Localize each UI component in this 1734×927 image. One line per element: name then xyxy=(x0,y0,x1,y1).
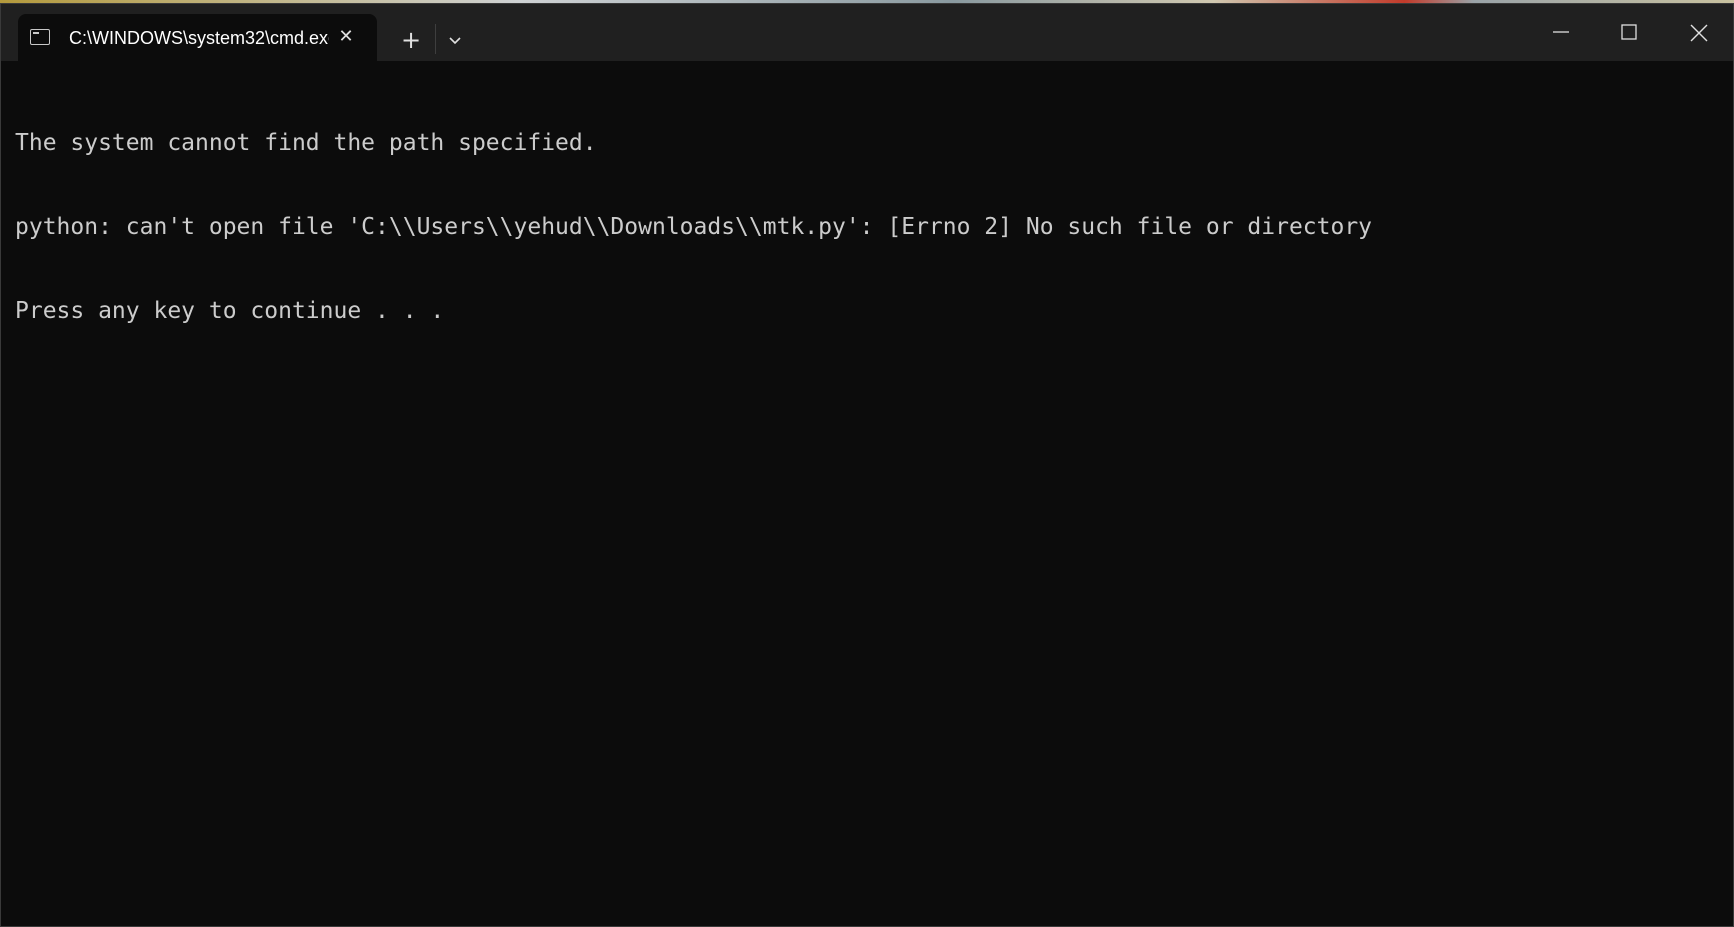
terminal-line: python: can't open file 'C:\\Users\\yehu… xyxy=(15,214,1373,240)
terminal-line: Press any key to continue . . . xyxy=(15,298,445,324)
close-button[interactable] xyxy=(1664,4,1732,60)
maximize-button[interactable] xyxy=(1595,4,1663,60)
tab-title: C:\WINDOWS\system32\cmd.exe xyxy=(69,28,329,48)
title-bar[interactable]: C:\WINDOWS\system32\cmd.exe ✕ + xyxy=(1,4,1733,61)
terminal-output[interactable]: The system cannot find the path specifie… xyxy=(15,73,1715,913)
chevron-down-icon xyxy=(449,37,461,45)
maximize-icon xyxy=(1621,24,1637,40)
terminal-line: The system cannot find the path specifie… xyxy=(15,130,597,156)
close-icon xyxy=(1690,24,1708,42)
minimize-icon xyxy=(1553,31,1569,33)
terminal-icon xyxy=(30,29,50,45)
tab-separator xyxy=(435,24,436,54)
tab-cmd[interactable]: C:\WINDOWS\system32\cmd.exe ✕ xyxy=(18,14,377,61)
scrollbar[interactable] xyxy=(1727,64,1733,924)
terminal-window: C:\WINDOWS\system32\cmd.exe ✕ + The syst… xyxy=(0,3,1734,927)
minimize-button[interactable] xyxy=(1527,4,1595,60)
new-tab-button[interactable]: + xyxy=(395,24,427,56)
tab-close-button[interactable]: ✕ xyxy=(334,25,358,49)
tab-dropdown-button[interactable] xyxy=(441,26,469,54)
